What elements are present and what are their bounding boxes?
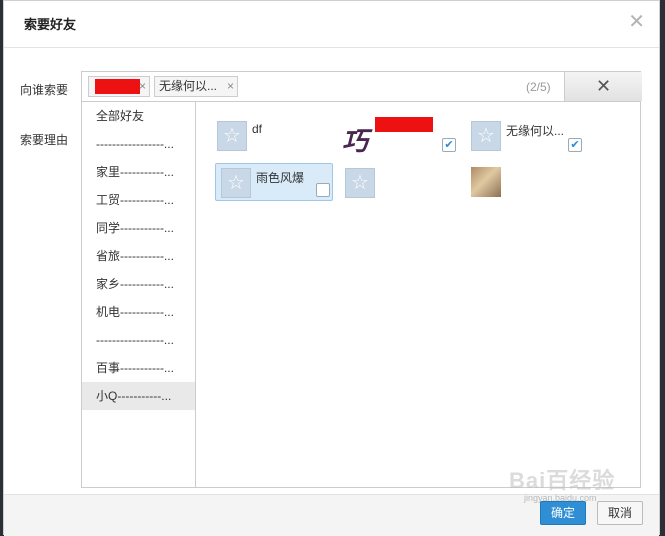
dialog-title: 索要好友: [24, 17, 77, 32]
recipient-tag-label: 无缘何以...: [159, 79, 218, 93]
remove-tag-icon[interactable]: ×: [139, 77, 146, 96]
group-item[interactable]: 工贸-----------...: [82, 186, 195, 214]
friend-picker-panel: 全部好友 -----------------... 家里-----------.…: [81, 102, 641, 488]
friend-item[interactable]: ☆ 无缘何以... ✔: [466, 117, 584, 155]
remove-tag-icon[interactable]: ×: [227, 77, 234, 96]
group-item[interactable]: 家里-----------...: [82, 158, 195, 186]
friend-name: df: [252, 122, 263, 136]
watermark-logo: Bai百经验: [509, 468, 616, 493]
star-avatar-icon: ☆: [345, 168, 375, 198]
group-list: 全部好友 -----------------... 家里-----------.…: [82, 102, 196, 487]
star-avatar-icon: ☆: [217, 121, 247, 151]
group-item[interactable]: 省旅-----------...: [82, 242, 195, 270]
recipient-input[interactable]: × 无缘何以... × (2/5) ✕: [81, 71, 642, 102]
star-avatar-icon: ☆: [221, 168, 251, 198]
group-item[interactable]: 机电-----------...: [82, 298, 195, 326]
group-item[interactable]: 家乡-----------...: [82, 270, 195, 298]
friend-item[interactable]: 巧 ✔: [340, 117, 458, 157]
friend-item[interactable]: ☆: [340, 164, 458, 202]
photo-avatar: [471, 167, 501, 197]
recipient-count: (2/5): [526, 80, 551, 94]
checkmark-icon[interactable]: ✔: [568, 138, 582, 152]
recipient-tag: 无缘何以... ×: [154, 76, 238, 97]
friend-name: 无缘何以...: [506, 124, 565, 138]
ok-button[interactable]: 确定: [540, 501, 586, 525]
star-avatar-icon: ☆: [471, 121, 501, 151]
group-item[interactable]: 同学-----------...: [82, 214, 195, 242]
request-friends-dialog: 索要好友 ✕ 向谁索要 索要理由 × 无缘何以... × (2/5) ✕ 全部好…: [3, 0, 660, 536]
dialog-titlebar: 索要好友 ✕: [4, 1, 659, 48]
watermark-url: jingyan.baidu.com: [524, 493, 597, 503]
group-item[interactable]: 百事-----------...: [82, 354, 195, 382]
cancel-button[interactable]: 取消: [597, 501, 643, 525]
recipient-tag: ×: [88, 76, 150, 97]
friend-item[interactable]: ☆ df: [212, 117, 330, 155]
group-item[interactable]: -----------------...: [82, 326, 195, 354]
group-item[interactable]: -----------------...: [82, 130, 195, 158]
handwritten-avatar: 巧: [342, 127, 369, 157]
clear-recipients-button[interactable]: ✕: [564, 72, 642, 101]
checkbox[interactable]: [316, 183, 330, 197]
redacted-name: [375, 117, 433, 132]
to-label: 向谁索要: [20, 83, 69, 97]
checkmark-icon[interactable]: ✔: [442, 138, 456, 152]
friend-item[interactable]: [466, 164, 584, 202]
close-icon[interactable]: ✕: [628, 9, 645, 34]
friend-item-selected[interactable]: ☆ 雨色风爆: [215, 163, 333, 201]
redacted-name: [95, 79, 140, 94]
group-item-all[interactable]: 全部好友: [82, 102, 195, 130]
friend-name: 雨色风爆: [256, 171, 305, 185]
group-item-active[interactable]: 小Q-----------...: [82, 382, 195, 410]
reason-label: 索要理由: [20, 133, 69, 147]
